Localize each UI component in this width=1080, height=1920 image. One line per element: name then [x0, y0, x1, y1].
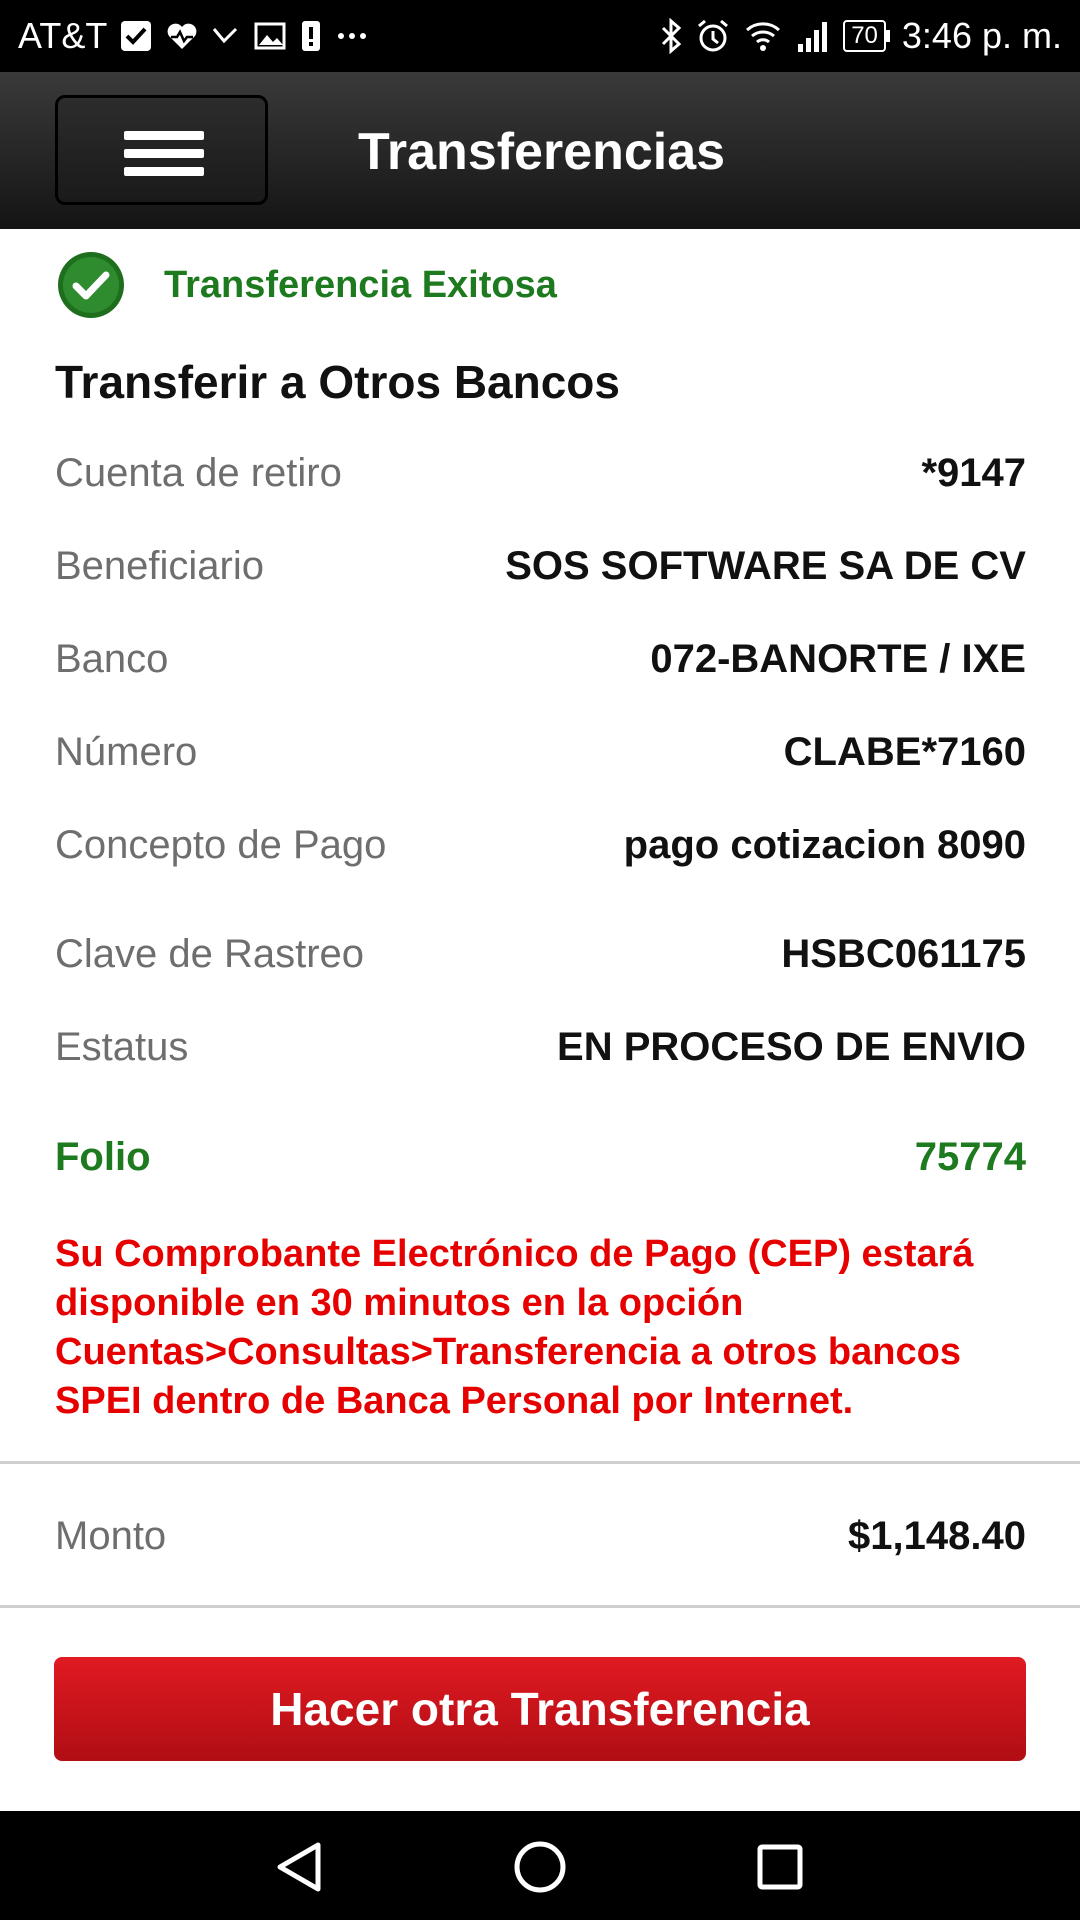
- folio-value: 75774: [914, 1134, 1026, 1179]
- detail-value: *9147: [921, 450, 1026, 495]
- status-right: 70 3:46 p. m.: [659, 14, 1062, 58]
- folio-label: Folio: [55, 1134, 151, 1179]
- detail-value: pago cotizacion 8090: [623, 822, 1026, 867]
- alert-icon: [302, 21, 321, 51]
- alarm-icon: [698, 19, 729, 52]
- check-circle-icon: [58, 252, 124, 318]
- amount-value: $1,148.40: [848, 1513, 1026, 1558]
- detail-row-banco: Banco 072-BANORTE / IXE: [55, 629, 1026, 689]
- detail-label: Número: [55, 729, 198, 774]
- detail-label: Beneficiario: [55, 543, 265, 588]
- wifi-icon: [746, 22, 781, 51]
- amount-label: Monto: [55, 1513, 167, 1558]
- detail-row-concepto: Concepto de Pago pago cotizacion 8090: [55, 815, 1026, 875]
- heart-monitor-icon: [167, 23, 197, 49]
- page-title: Transferencias: [358, 123, 726, 181]
- menu-button[interactable]: [55, 95, 268, 205]
- detail-label: Banco: [55, 636, 169, 681]
- gallery-icon: [254, 22, 286, 50]
- new-transfer-button[interactable]: Hacer otra Transferencia: [54, 1657, 1026, 1761]
- signal-icon: [798, 22, 828, 52]
- divider: [0, 1461, 1080, 1464]
- battery-level: 70: [843, 20, 886, 52]
- detail-row-beneficiario: Beneficiario SOS SOFTWARE SA DE CV: [55, 536, 1026, 596]
- detail-value: CLABE*7160: [783, 729, 1026, 774]
- status-bar: AT&T 70 3:46 p. m.: [0, 0, 1080, 72]
- detail-label: Estatus: [55, 1024, 189, 1069]
- amount-row: Monto $1,148.40: [55, 1506, 1026, 1566]
- detail-row-cuenta: Cuenta de retiro *9147: [55, 443, 1026, 503]
- more-dots-icon: [338, 33, 367, 39]
- detail-row-numero: Número CLABE*7160: [55, 722, 1026, 782]
- section-title: Transferir a Otros Bancos: [55, 356, 620, 408]
- carrier-label: AT&T: [18, 15, 108, 56]
- recents-icon[interactable]: [750, 1837, 810, 1897]
- folio-row: Folio 75774: [55, 1127, 1026, 1187]
- back-icon[interactable]: [270, 1837, 330, 1897]
- divider: [0, 1605, 1080, 1608]
- check-box-icon: [121, 21, 152, 51]
- missed-call-icon: [213, 27, 238, 44]
- detail-label: Clave de Rastreo: [55, 931, 365, 976]
- detail-value: 072-BANORTE / IXE: [650, 636, 1026, 681]
- detail-value: HSBC061175: [781, 931, 1026, 976]
- system-nav-bar: [0, 1811, 1080, 1920]
- status-left: AT&T: [18, 14, 369, 58]
- detail-value: EN PROCESO DE ENVIO: [557, 1024, 1026, 1069]
- detail-row-rastreo: Clave de Rastreo HSBC061175: [55, 924, 1026, 984]
- bluetooth-icon: [662, 18, 682, 54]
- success-message: Transferencia Exitosa: [164, 263, 557, 306]
- battery-tip: [885, 30, 890, 42]
- success-banner: Transferencia Exitosa: [56, 250, 557, 320]
- home-icon[interactable]: [510, 1837, 570, 1897]
- clock: 3:46 p. m.: [901, 15, 1062, 56]
- cep-notice: Su Comprobante Electrónico de Pago (CEP)…: [55, 1233, 974, 1422]
- detail-label: Cuenta de retiro: [55, 450, 342, 495]
- battery-icon: 70: [843, 20, 890, 52]
- app-bar: Transferencias: [0, 72, 1080, 229]
- detail-label: Concepto de Pago: [55, 822, 387, 867]
- detail-row-estatus: Estatus EN PROCESO DE ENVIO: [55, 1017, 1026, 1077]
- detail-value: SOS SOFTWARE SA DE CV: [505, 543, 1026, 588]
